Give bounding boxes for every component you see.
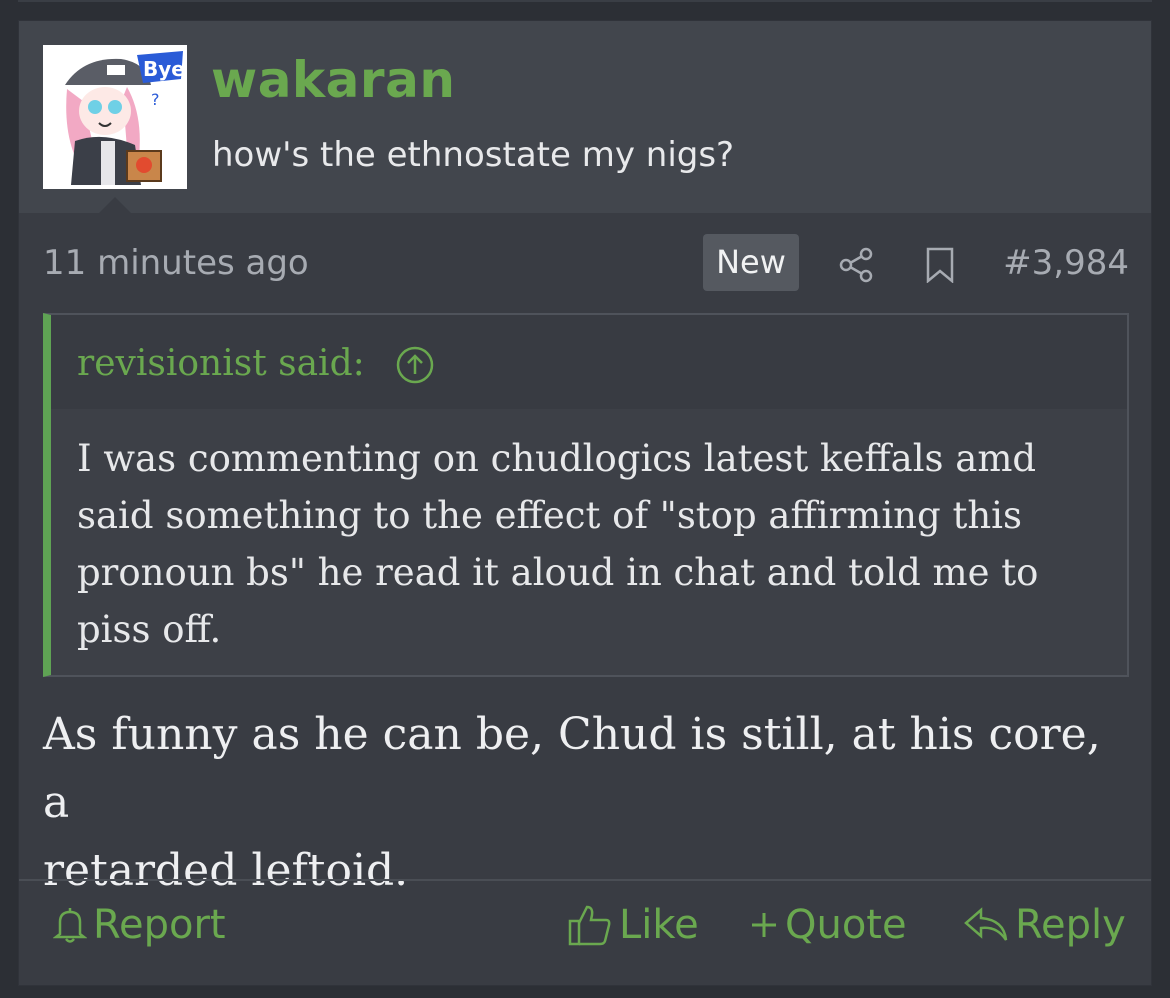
avatar[interactable]: Bye ? [43,45,187,189]
quote-button[interactable]: Quote [749,897,907,953]
arrow-up-circle-icon[interactable] [395,345,435,385]
footer-divider [19,879,1151,881]
page-top-edge [0,0,1170,6]
reply-button[interactable]: Reply [963,897,1126,953]
thumbs-up-icon [568,905,611,946]
reply-label: Reply [1015,902,1126,948]
reply-icon [964,907,1008,941]
quote-header: revisionist said: [51,315,1127,409]
forum-post: Bye ? wakaran how's the ethnostate my ni… [18,20,1152,986]
bell-icon [53,908,87,943]
quote-text: I was commenting on chudlogics latest ke… [77,437,1039,651]
like-label: Like [619,902,699,948]
header-pointer [99,197,131,213]
bookmark-icon[interactable] [925,247,955,284]
post-timestamp[interactable]: 11 minutes ago [43,243,309,283]
quote-block: revisionist said: I was commenting on ch… [43,313,1129,677]
report-label: Report [93,902,226,948]
plus-icon [752,913,776,937]
post-message: As funny as he can be, Chud is still, at… [43,709,1101,896]
like-button[interactable]: Like [567,897,699,953]
user-header: Bye ? wakaran how's the ethnostate my ni… [19,21,1151,213]
user-title: how's the ethnostate my nigs? [212,135,735,175]
share-icon[interactable] [837,247,875,283]
quote-label: Quote [785,902,907,948]
new-badge: New [703,234,799,291]
svg-text:?: ? [151,90,160,109]
username[interactable]: wakaran [211,51,455,109]
post-number[interactable]: #3,984 [1003,243,1129,283]
avatar-badge-text: Bye [143,57,185,81]
quote-author[interactable]: revisionist said: [77,343,365,384]
report-button[interactable]: Report [53,897,226,953]
